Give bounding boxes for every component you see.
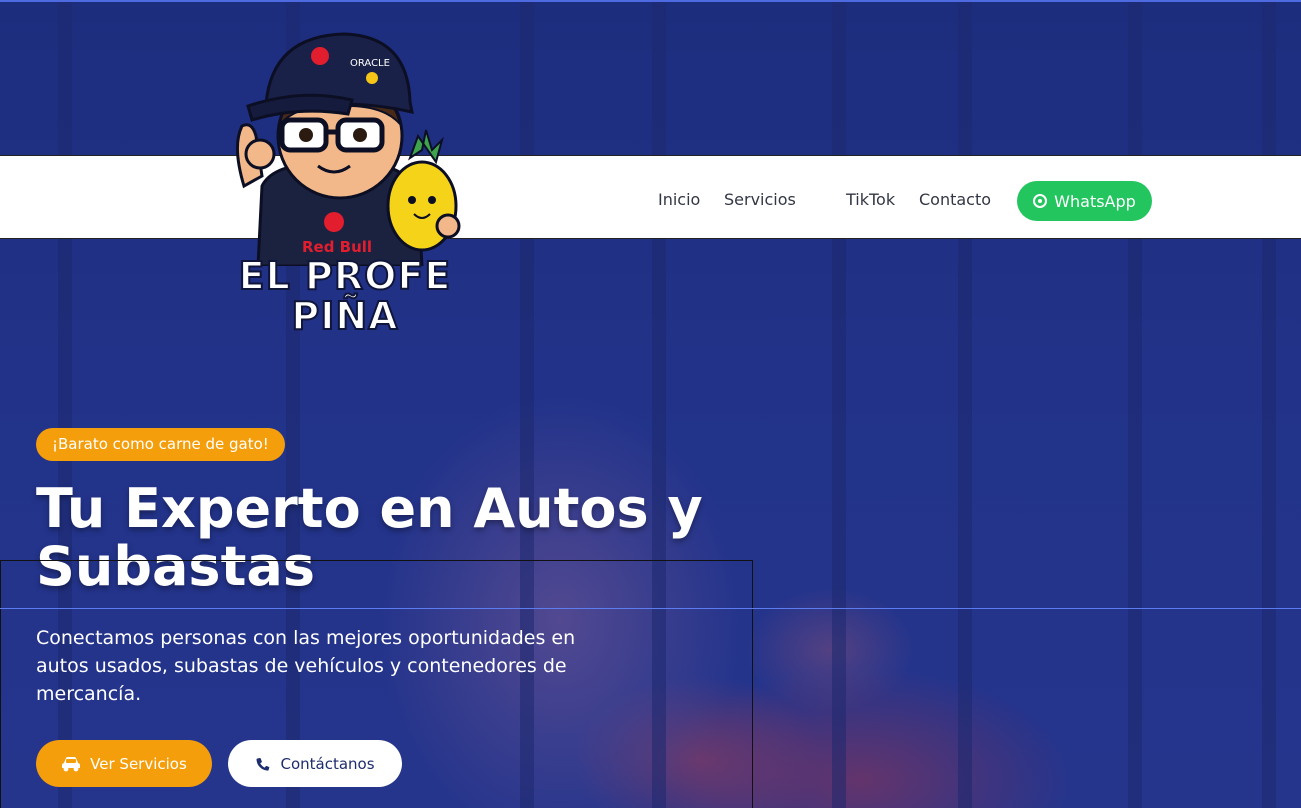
hero-badge: ¡Barato como carne de gato! [36,428,285,461]
nav-link-contacto[interactable]: Contacto [919,190,991,209]
nav-link-tiktok[interactable]: TikTok [846,190,895,209]
page: Inicio Servicios TikTok Contacto WhatsAp… [0,0,1301,808]
frame-top-border [0,0,1301,2]
whatsapp-button[interactable]: WhatsApp [1017,181,1152,221]
nav-link-servicios[interactable]: Servicios [724,190,796,209]
guide-line [0,608,1301,609]
cap-text: ORACLE [350,58,390,69]
whatsapp-icon [1033,194,1048,208]
logo-text-line1: EL PROFE [238,253,452,299]
selection-outline [0,560,753,808]
mascot-illustration: ORACLE Red Bull [236,32,461,268]
navbar: Inicio Servicios TikTok Contacto WhatsAp… [0,155,1301,239]
nav-link-inicio[interactable]: Inicio [658,190,700,209]
logo-text-line2: PIÑA [290,293,399,339]
whatsapp-button-label: WhatsApp [1054,191,1136,211]
site-logo[interactable]: ORACLE Red Bull EL PROFE PIÑA [222,26,468,339]
